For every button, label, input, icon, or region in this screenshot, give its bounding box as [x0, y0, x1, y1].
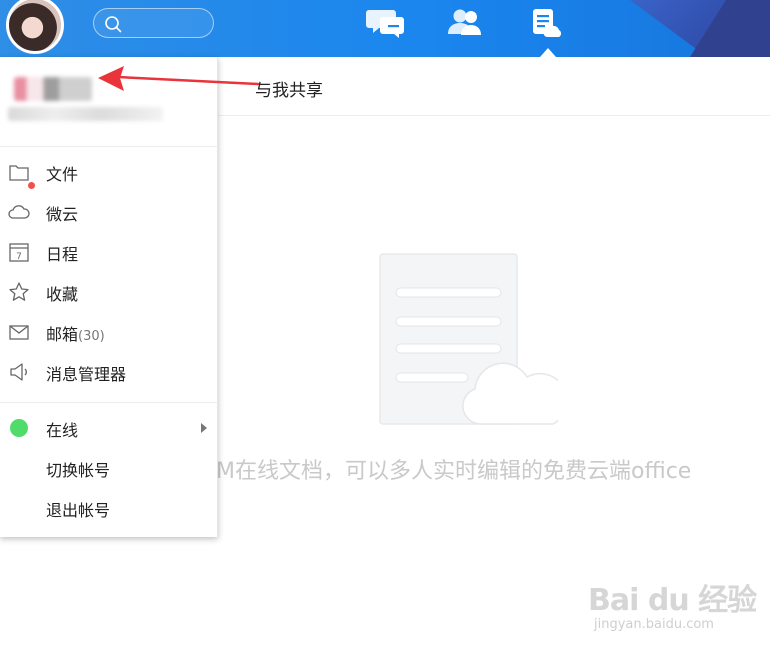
active-nav-indicator	[540, 48, 556, 57]
svg-text:7: 7	[16, 252, 22, 262]
star-icon	[9, 282, 29, 301]
menu-divider	[0, 402, 218, 403]
blurred-signature	[8, 107, 163, 121]
menu-item-label: 文件	[46, 165, 79, 184]
avatar[interactable]	[6, 0, 64, 54]
watermark-brand: Bai du 经验	[588, 583, 757, 618]
menu-item-label: 退出帐号	[46, 501, 111, 520]
menu-item-label: 邮箱(30)	[46, 321, 105, 345]
online-status-dot	[10, 419, 28, 437]
menu-item-label: 日程	[46, 245, 79, 264]
search-icon	[105, 16, 122, 33]
schedule-badge	[28, 182, 35, 189]
cloud-icon	[8, 205, 30, 219]
contacts-icon[interactable]	[445, 6, 485, 40]
account-dropdown-menu: 文件 微云 7 日程 收藏 邮箱(30) 消息管理器 在线 切换帐号 退出帐号	[0, 57, 218, 537]
tab-shared-with-me[interactable]: 与我共享	[255, 76, 323, 101]
watermark-domain: jingyan.baidu.com	[594, 617, 714, 632]
menu-item-schedule[interactable]: 7 日程	[0, 233, 218, 271]
menu-item-online-status[interactable]: 在线	[0, 409, 218, 447]
menu-item-label: 在线	[46, 421, 79, 440]
folder-icon	[9, 165, 29, 181]
unread-count: (30)	[78, 329, 105, 344]
submenu-arrow-icon	[201, 423, 207, 433]
baidu-watermark: Bai du 经验 jingyan.baidu.com	[588, 575, 757, 632]
cloud-document-icon[interactable]	[527, 6, 567, 40]
calendar-icon: 7	[9, 243, 29, 262]
menu-item-favorites[interactable]: 收藏	[0, 273, 218, 311]
menu-item-label: 切换帐号	[46, 461, 111, 480]
menu-item-label: 收藏	[46, 285, 79, 304]
mail-icon	[9, 325, 29, 340]
search-input[interactable]	[93, 8, 214, 38]
blurred-nickname	[14, 77, 92, 101]
menu-item-mailbox[interactable]: 邮箱(30)	[0, 313, 218, 351]
menu-item-label: 消息管理器	[46, 365, 127, 384]
menu-item-switch-account[interactable]: 切换帐号	[0, 449, 218, 487]
speaker-icon	[10, 363, 27, 381]
menu-item-weiyun[interactable]: 微云	[0, 193, 218, 231]
menu-item-logout[interactable]: 退出帐号	[0, 489, 218, 527]
empty-state-text: M在线文档，可以多人实时编辑的免费云端office	[216, 459, 692, 484]
chat-bubbles-icon[interactable]	[366, 6, 406, 40]
mailbox-label: 邮箱	[46, 325, 79, 344]
empty-document-illustration	[379, 253, 558, 425]
content-divider	[218, 115, 770, 116]
profile-section	[0, 57, 218, 147]
menu-item-message-manager[interactable]: 消息管理器	[0, 353, 218, 391]
top-bar	[0, 0, 770, 57]
menu-item-label: 微云	[46, 205, 79, 224]
